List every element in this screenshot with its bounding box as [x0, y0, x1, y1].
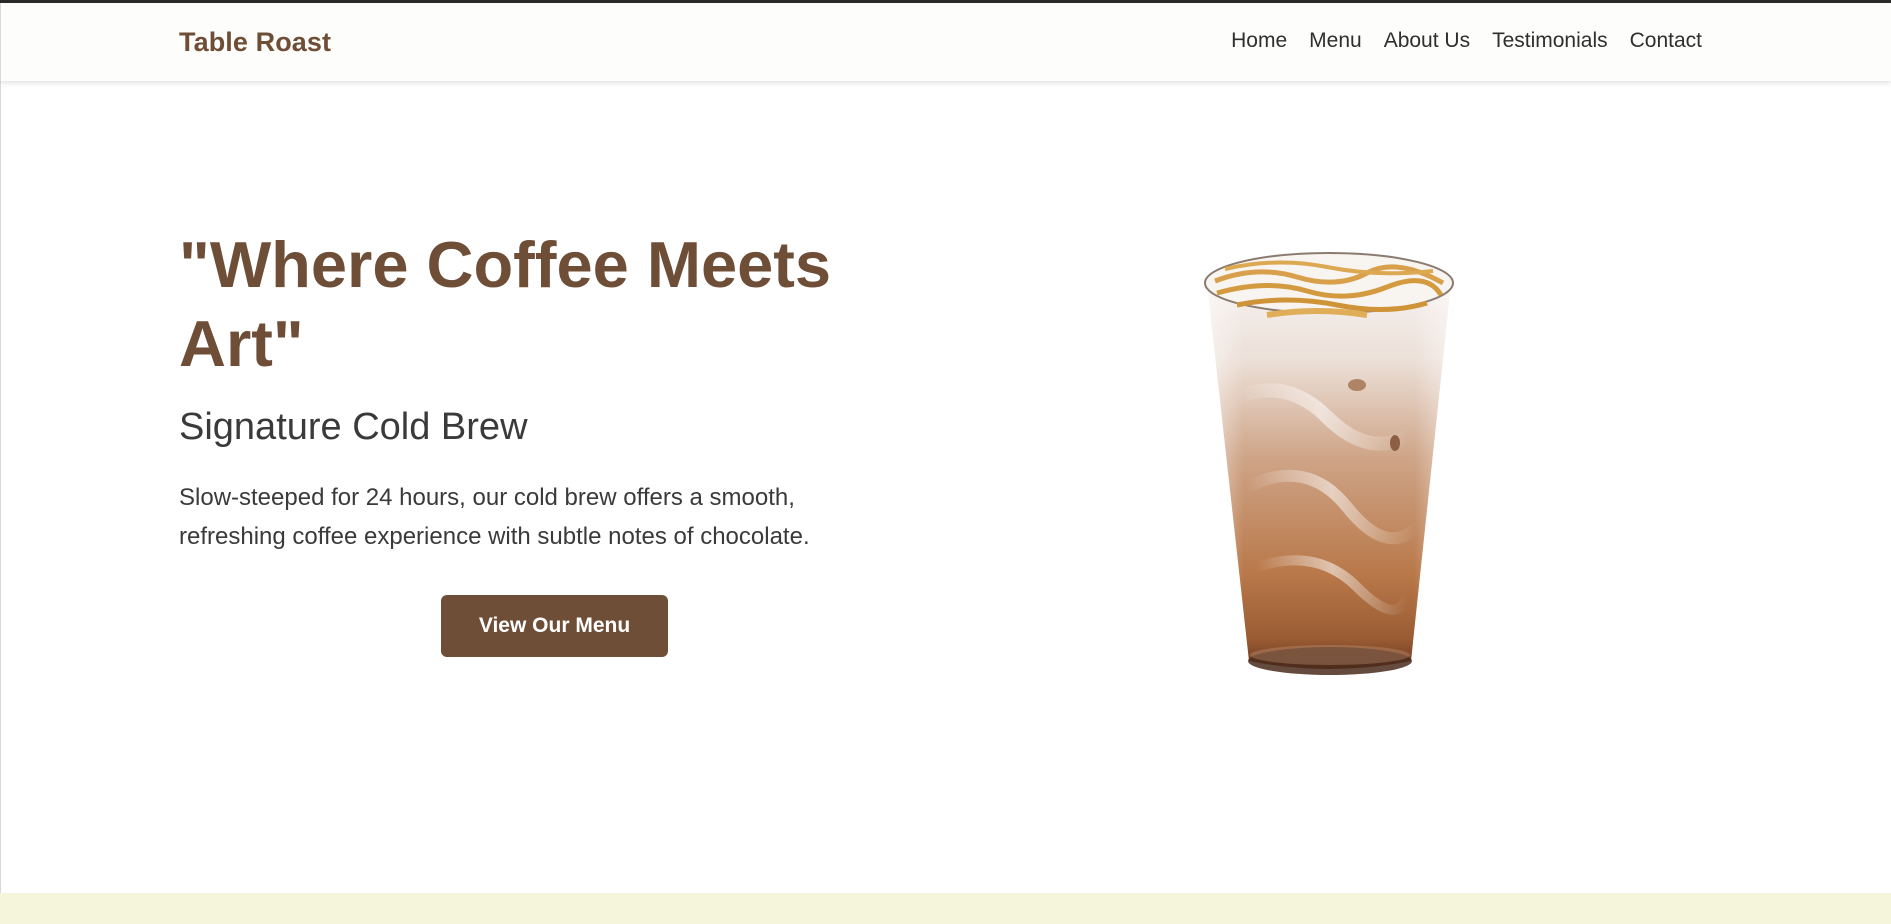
- hero-section: "Where Coffee Meets Art" Signature Cold …: [0, 81, 1891, 893]
- nav-item-contact: Contact: [1630, 29, 1702, 53]
- footer-strip: [0, 893, 1891, 924]
- nav-links: Home Menu About Us Testimonials Contact: [1231, 29, 1702, 53]
- view-menu-button[interactable]: View Our Menu: [441, 595, 668, 657]
- hero-title: "Where Coffee Meets Art": [179, 228, 832, 380]
- brand-logo-link[interactable]: Table Roast: [179, 27, 331, 58]
- nav-link-testimonials[interactable]: Testimonials: [1492, 29, 1608, 52]
- nav-item-testimonials: Testimonials: [1492, 29, 1608, 53]
- nav-link-home[interactable]: Home: [1231, 29, 1287, 52]
- navbar: Table Roast Home Menu About Us Testimoni…: [0, 3, 1891, 81]
- nav-item-about: About Us: [1384, 29, 1470, 53]
- nav-link-contact[interactable]: Contact: [1630, 29, 1702, 52]
- nav-item-home: Home: [1231, 29, 1287, 53]
- nav-link-about[interactable]: About Us: [1384, 29, 1470, 52]
- nav-link-menu[interactable]: Menu: [1309, 29, 1362, 52]
- iced-coffee-image: [1204, 252, 1454, 675]
- hero-description: Slow-steeped for 24 hours, our cold brew…: [179, 484, 810, 550]
- hero-subtitle: Signature Cold Brew: [179, 406, 528, 448]
- nav-item-menu: Menu: [1309, 29, 1362, 53]
